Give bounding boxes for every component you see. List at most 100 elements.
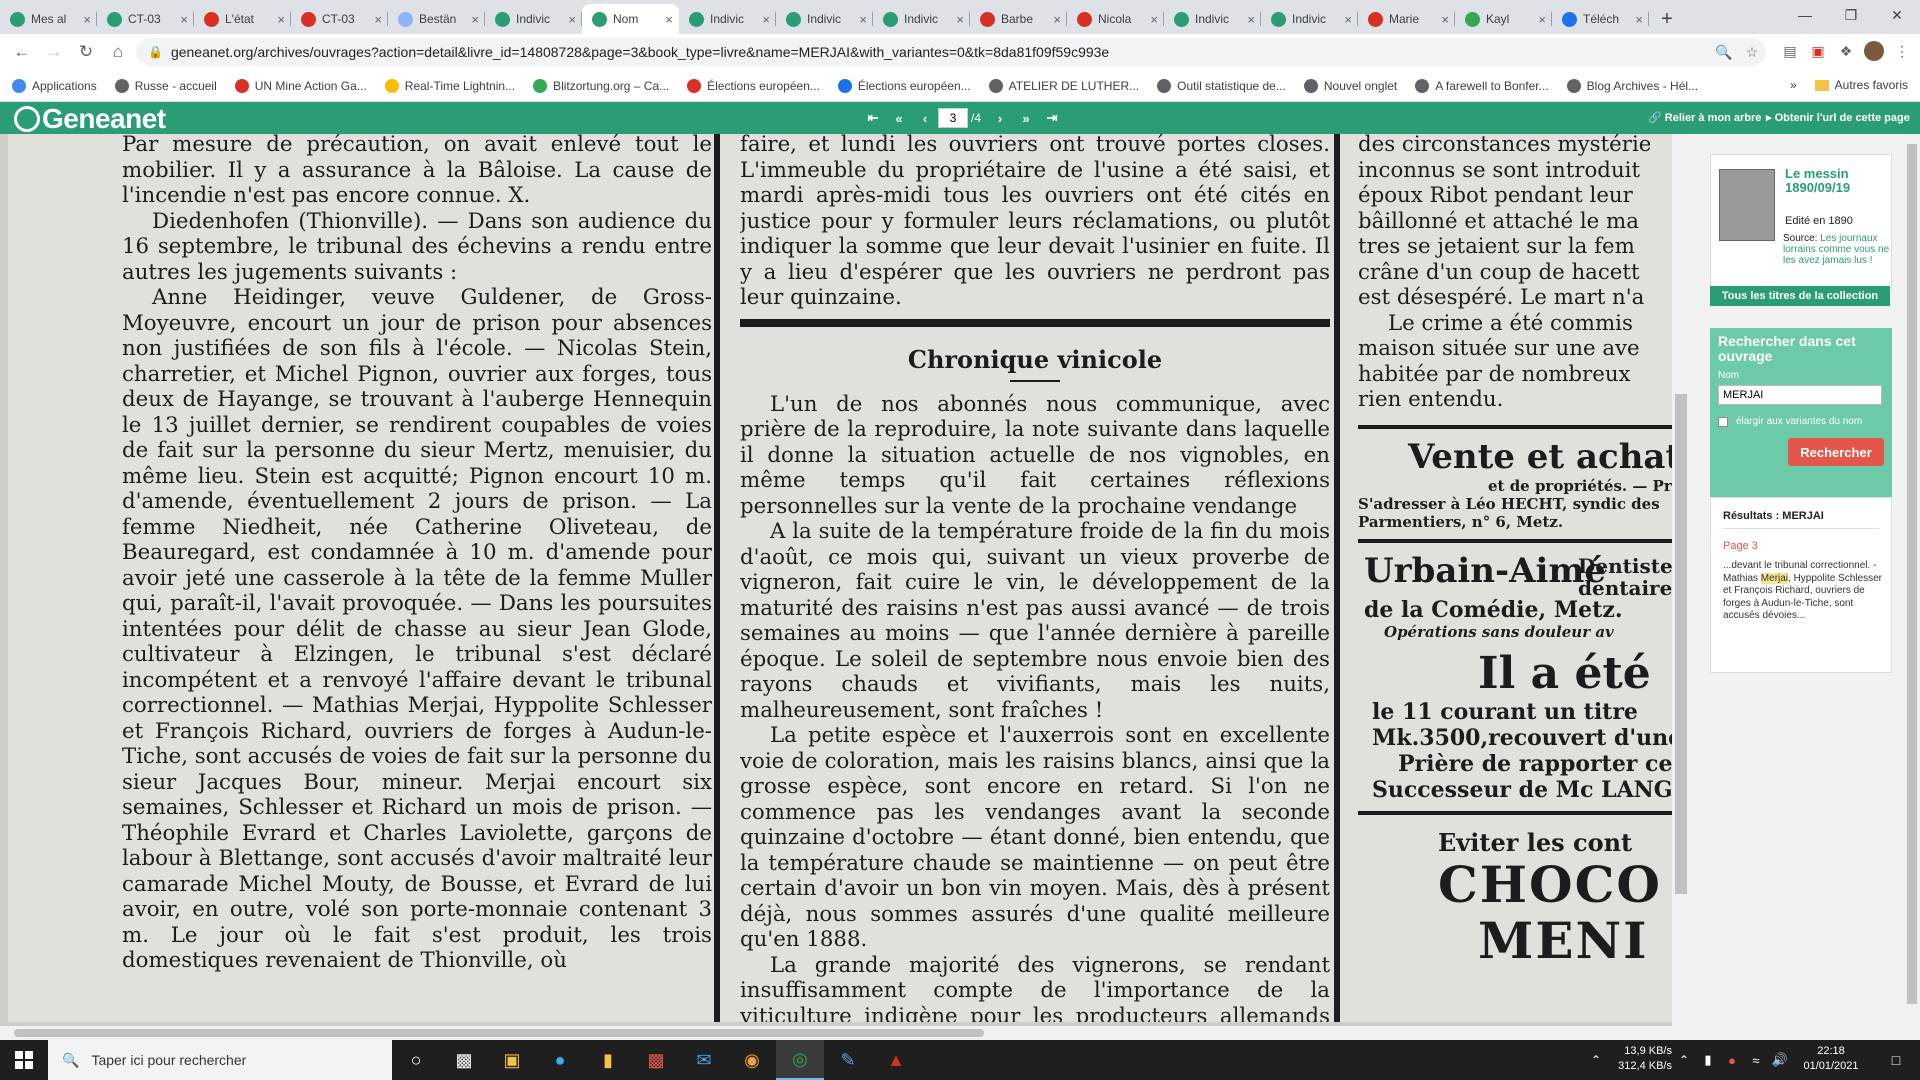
bookmark-item[interactable]: Outil statistique de... — [1157, 78, 1286, 93]
browser-tab[interactable]: L'état × — [194, 4, 291, 34]
sidebar-scrollbar[interactable] — [1904, 134, 1920, 1026]
browser-tab[interactable]: CT-03 × — [97, 4, 194, 34]
all-titles-button[interactable]: Tous les titres de la collection — [1710, 286, 1890, 306]
bookmark-item[interactable]: Russe - accueil — [114, 78, 217, 93]
taskbar-search[interactable]: 🔍 Taper ici pour rechercher — [48, 1040, 392, 1080]
next-page-icon[interactable]: › — [987, 108, 1013, 128]
browser-tab[interactable]: Téléch × — [1552, 4, 1649, 34]
avatar[interactable] — [1860, 36, 1888, 66]
wifi-icon[interactable]: ≈ — [1744, 1040, 1768, 1080]
browser-tab[interactable]: Nom × — [582, 4, 679, 34]
address-bar[interactable]: 🔒 geneanet.org/archives/ouvrages?action=… — [136, 38, 1766, 66]
browser-tab[interactable]: Mes al × — [0, 4, 97, 34]
browser-tab[interactable]: Indivic × — [1164, 4, 1261, 34]
tab-close-icon[interactable]: × — [1344, 12, 1352, 27]
reload-icon[interactable]: ↻ — [70, 36, 102, 68]
browser-tab[interactable]: Indivic × — [776, 4, 873, 34]
browser-tab[interactable]: Marie × — [1358, 4, 1455, 34]
tab-close-icon[interactable]: × — [1247, 12, 1255, 27]
variants-checkbox[interactable] — [1718, 416, 1728, 427]
publication-thumbnail[interactable] — [1719, 169, 1775, 241]
home-icon[interactable]: ⌂ — [102, 36, 134, 68]
tab-close-icon[interactable]: × — [859, 12, 867, 27]
bookmark-item[interactable]: Élections européen... — [837, 78, 971, 93]
battery-icon[interactable]: ▮ — [1696, 1040, 1720, 1080]
variants-option[interactable]: élargir aux variantes du nom — [1718, 416, 1862, 427]
app-icon[interactable]: ◉ — [728, 1040, 776, 1080]
browser-tab[interactable]: Bestän × — [388, 4, 485, 34]
get-url-link[interactable]: ▸ Obtenir l'url de cette page — [1766, 111, 1910, 124]
chevron-up-icon[interactable]: ⌃ — [1572, 1040, 1620, 1080]
browser-tab[interactable]: Indivic × — [679, 4, 776, 34]
result-excerpt[interactable]: ...devant le tribunal correctionnel. - M… — [1723, 560, 1883, 623]
reading-list-icon[interactable]: ▤ — [1776, 36, 1804, 66]
fast-forward-icon[interactable]: » — [1013, 108, 1039, 128]
zoom-icon[interactable]: 🔍 — [1710, 44, 1738, 61]
tab-close-icon[interactable]: × — [83, 12, 91, 27]
browser-tab[interactable]: Indivic × — [1261, 4, 1358, 34]
windows-start-icon[interactable] — [0, 1040, 48, 1080]
file-explorer-icon[interactable]: ▮ — [584, 1040, 632, 1080]
publication-title[interactable]: Le messin 1890/09/19 — [1785, 167, 1885, 195]
bookmark-item[interactable]: ATELIER DE LUTHER... — [988, 78, 1139, 93]
edge-icon[interactable]: ● — [536, 1040, 584, 1080]
cortana-icon[interactable]: ○ — [392, 1040, 440, 1080]
volume-icon[interactable]: 🔊 — [1768, 1040, 1792, 1080]
tab-close-icon[interactable]: × — [1053, 12, 1061, 27]
link-tree[interactable]: 🔗 Relier à mon arbre — [1648, 111, 1761, 124]
document-viewer[interactable]: Par mesure de précaution, on avait enlev… — [0, 134, 1690, 1026]
tab-close-icon[interactable]: × — [1635, 12, 1643, 27]
browser-tab[interactable]: Kayl × — [1455, 4, 1552, 34]
search-button[interactable]: Rechercher — [1788, 438, 1884, 466]
bookmark-item[interactable]: UN Mine Action Ga... — [234, 78, 367, 93]
tab-close-icon[interactable]: × — [1538, 12, 1546, 27]
acrobat-icon[interactable]: ▲ — [872, 1040, 920, 1080]
name-input[interactable]: MERJAI — [1718, 385, 1882, 405]
chrome-icon[interactable]: ◎ — [776, 1040, 824, 1080]
clock[interactable]: 22:18 01/01/2021 — [1800, 1044, 1862, 1074]
back-arrow-icon[interactable]: ← — [6, 36, 38, 68]
store-icon[interactable]: ▣ — [488, 1040, 536, 1080]
bookmark-item[interactable]: Real-Time Lightnin... — [384, 78, 515, 93]
tab-close-icon[interactable]: × — [471, 12, 479, 27]
tab-close-icon[interactable]: × — [956, 12, 964, 27]
browser-tab[interactable]: Indivic × — [485, 4, 582, 34]
url-text[interactable]: geneanet.org/archives/ouvrages?action=de… — [171, 44, 1710, 60]
page-number-input[interactable]: 3 — [938, 108, 968, 128]
app-icon[interactable]: ✎ — [824, 1040, 872, 1080]
browser-tab[interactable]: Nicola × — [1067, 4, 1164, 34]
viewer-horizontal-scrollbar[interactable] — [0, 1026, 1690, 1040]
result-page-link[interactable]: Page 3 — [1723, 540, 1758, 552]
bookmark-item[interactable]: A farewell to Bonfer... — [1415, 78, 1549, 93]
tab-close-icon[interactable]: × — [277, 12, 285, 27]
browser-tab[interactable]: CT-03 × — [291, 4, 388, 34]
prev-page-icon[interactable]: ‹ — [912, 108, 938, 128]
menu-kebab-icon[interactable]: ⋮ — [1888, 36, 1916, 66]
app-tray-icon[interactable]: ● — [1720, 1040, 1744, 1080]
tab-close-icon[interactable]: × — [1150, 12, 1158, 27]
tab-close-icon[interactable]: × — [568, 12, 576, 27]
tray-chevron-icon[interactable]: ⌃ — [1672, 1040, 1696, 1080]
minimize-button[interactable]: — — [1782, 0, 1828, 30]
bookmark-star-icon[interactable]: ☆ — [1738, 44, 1766, 61]
viewer-hscroll-thumb[interactable] — [14, 1029, 984, 1037]
first-page-icon[interactable]: ⇤ — [860, 108, 886, 128]
browser-tab[interactable]: Indivic × — [873, 4, 970, 34]
bookmark-item[interactable]: Élections européen... — [687, 78, 820, 93]
close-window-button[interactable]: ✕ — [1874, 0, 1920, 30]
tab-close-icon[interactable]: × — [1441, 12, 1449, 27]
viewer-vertical-scrollbar[interactable] — [1672, 134, 1690, 1026]
rewind-icon[interactable]: « — [886, 108, 912, 128]
notifications-icon[interactable]: □ — [1872, 1040, 1920, 1080]
tab-close-icon[interactable]: × — [665, 12, 673, 27]
forward-arrow-icon[interactable]: → — [38, 36, 70, 68]
bookmark-item[interactable]: Blog Archives - Hél... — [1566, 78, 1698, 93]
browser-tab[interactable]: Barbe × — [970, 4, 1067, 34]
other-bookmarks[interactable]: Autres favoris — [1835, 78, 1908, 92]
gift-app-icon[interactable]: ▩ — [632, 1040, 680, 1080]
new-tab-button[interactable]: + — [1649, 4, 1685, 34]
geneanet-logo[interactable]: Geneanet — [14, 103, 166, 135]
bookmark-item[interactable]: Nouvel onglet — [1303, 78, 1397, 93]
task-view-icon[interactable]: ▩ — [440, 1040, 488, 1080]
extension-icon[interactable]: ▣ — [1804, 36, 1832, 66]
